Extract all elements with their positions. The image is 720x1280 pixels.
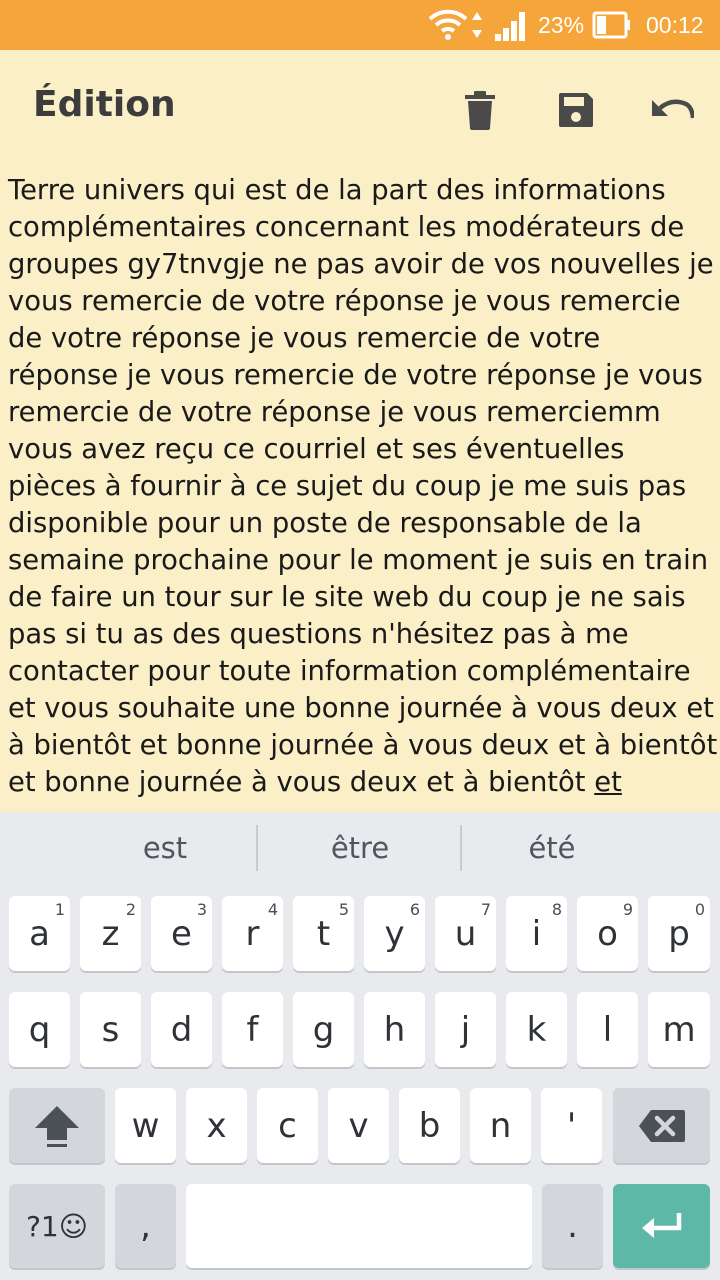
status-bar: 23% 00:12 — [0, 0, 720, 50]
key-s[interactable]: s — [80, 992, 141, 1067]
composing-word: et — [594, 767, 622, 798]
key-r[interactable]: r4 — [222, 896, 283, 971]
key-label: u — [454, 913, 477, 954]
key-a[interactable]: a1 — [9, 896, 70, 971]
note-editor[interactable]: Terre univers qui est de la part des inf… — [8, 172, 718, 812]
key-apostrophe[interactable]: ' — [541, 1088, 602, 1163]
symbols-key[interactable]: ?1☺ — [9, 1184, 105, 1268]
key-hint: 5 — [338, 900, 349, 919]
key-c[interactable]: c — [257, 1088, 318, 1163]
key-j[interactable]: j — [435, 992, 496, 1067]
key-o[interactable]: o9 — [577, 896, 638, 971]
key-t[interactable]: t5 — [293, 896, 354, 971]
key-label: i — [531, 913, 542, 954]
key-z[interactable]: z2 — [80, 896, 141, 971]
key-hint: 3 — [196, 900, 207, 919]
save-icon — [559, 93, 593, 127]
key-label: p — [668, 913, 690, 954]
backspace-key[interactable] — [613, 1088, 710, 1163]
shift-arrow-icon — [35, 1105, 79, 1147]
page-title: Édition — [33, 84, 176, 125]
key-n[interactable]: n — [470, 1088, 531, 1163]
battery-percent: 23% — [538, 11, 585, 38]
key-hint: 0 — [694, 900, 705, 919]
backspace-icon — [638, 1109, 685, 1142]
key-hint: 9 — [622, 900, 633, 919]
key-g[interactable]: g — [293, 992, 354, 1067]
key-v[interactable]: v — [328, 1088, 389, 1163]
undo-button[interactable] — [642, 80, 702, 140]
key-d[interactable]: d — [151, 992, 212, 1067]
key-label: e — [171, 913, 192, 954]
key-i[interactable]: i8 — [506, 896, 567, 971]
suggestion-divider — [256, 825, 258, 871]
delete-button[interactable] — [450, 80, 510, 140]
key-b[interactable]: b — [399, 1088, 460, 1163]
soft-keyboard: est être été a1 z2 e3 r4 t5 y6 u7 i8 o9 … — [0, 812, 720, 1280]
key-hint: 2 — [125, 900, 136, 919]
key-hint: 8 — [551, 900, 562, 919]
enter-key[interactable] — [613, 1184, 710, 1268]
key-k[interactable]: k — [506, 992, 567, 1067]
period-key[interactable]: . — [542, 1184, 603, 1268]
key-p[interactable]: p0 — [648, 896, 710, 971]
suggestion-bar: est être été — [0, 812, 720, 884]
key-label: t — [316, 913, 331, 954]
battery-icon — [592, 0, 632, 50]
key-f[interactable]: f — [222, 992, 283, 1067]
enter-arrow-icon — [641, 1213, 681, 1238]
key-hint: 1 — [54, 900, 65, 919]
suggestion-3[interactable]: été — [464, 812, 640, 884]
key-hint: 4 — [267, 900, 278, 919]
key-x[interactable]: x — [186, 1088, 247, 1163]
key-y[interactable]: y6 — [364, 896, 425, 971]
key-w[interactable]: w — [115, 1088, 176, 1163]
key-l[interactable]: l — [577, 992, 638, 1067]
key-u[interactable]: u7 — [435, 896, 496, 971]
key-label: y — [384, 913, 405, 954]
key-hint: 7 — [480, 900, 491, 919]
key-e[interactable]: e3 — [151, 896, 212, 971]
key-m[interactable]: m — [648, 992, 710, 1067]
key-label: o — [597, 913, 618, 954]
undo-icon — [652, 99, 694, 119]
key-hint: 6 — [409, 900, 420, 919]
save-button[interactable] — [546, 80, 606, 140]
suggestion-divider — [460, 825, 462, 871]
space-bar[interactable] — [186, 1184, 532, 1268]
key-h[interactable]: h — [364, 992, 425, 1067]
key-label: z — [101, 913, 120, 954]
key-label: r — [245, 913, 260, 954]
shift-key[interactable] — [9, 1088, 105, 1163]
clock: 00:12 — [646, 11, 704, 38]
suggestion-1[interactable]: est — [70, 812, 260, 884]
key-label: a — [29, 913, 50, 954]
suggestion-2[interactable]: être — [262, 812, 458, 884]
signal-icon — [494, 0, 530, 50]
wifi-icon — [428, 0, 468, 50]
trash-icon — [465, 91, 495, 130]
comma-key[interactable]: , — [115, 1184, 176, 1268]
app-bar: Édition — [0, 50, 720, 166]
note-text: Terre univers qui est de la part des inf… — [8, 175, 718, 798]
key-q[interactable]: q — [9, 992, 70, 1067]
data-arrows-icon — [470, 0, 484, 50]
